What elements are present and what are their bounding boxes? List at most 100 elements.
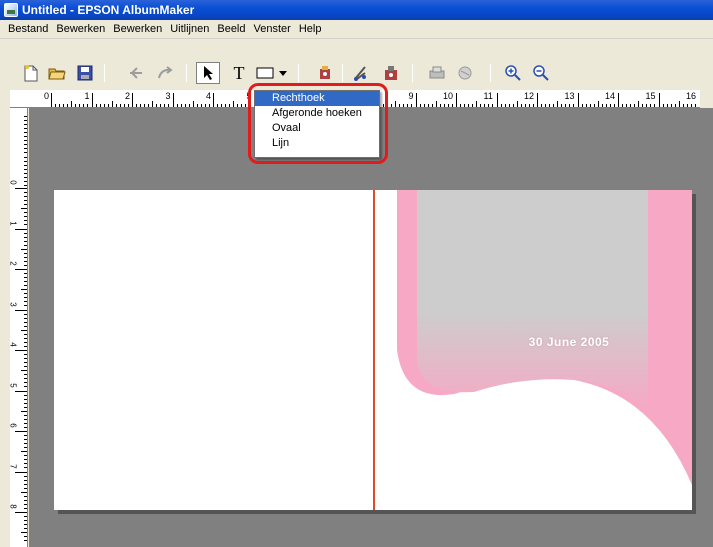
ruler-tick <box>561 104 563 107</box>
ruler-tick <box>148 104 150 107</box>
ruler-tick <box>403 104 405 107</box>
scan-icon[interactable] <box>454 62 476 84</box>
ruler-tick <box>24 196 27 198</box>
undo-icon[interactable] <box>126 62 148 84</box>
shape-menu-item-afgeronde-hoeken[interactable]: Afgeronde hoeken <box>255 106 379 121</box>
ruler-label: 5 <box>8 382 18 388</box>
ruler-tick <box>496 93 498 107</box>
ruler-tick <box>537 93 538 107</box>
ruler-tick <box>229 104 231 107</box>
ruler-tick <box>24 240 27 242</box>
shape-menu-item-lijn[interactable]: Lijn <box>255 136 379 151</box>
shape-menu-item-rechthoek[interactable]: Rechthoek <box>255 91 379 106</box>
ruler-label: 1 <box>84 91 90 101</box>
ruler-tick <box>140 104 142 107</box>
ruler-tick <box>24 128 27 130</box>
ruler-tick <box>168 104 170 107</box>
ruler-tick <box>152 101 154 107</box>
ruler-tick <box>67 104 69 107</box>
ruler-label: 3 <box>8 301 18 307</box>
ruler-tick <box>24 236 27 238</box>
ruler-tick <box>682 104 684 107</box>
new-icon[interactable] <box>20 62 42 84</box>
ruler-tick <box>24 378 27 380</box>
ruler-tick <box>237 104 239 107</box>
ruler-tick <box>249 104 251 107</box>
ruler-tick <box>456 93 457 107</box>
ruler-tick <box>21 370 27 372</box>
paste-icon[interactable] <box>380 62 402 84</box>
album-page[interactable]: 30 June 2005 <box>54 190 692 510</box>
ruler-tick <box>585 104 587 107</box>
ruler-tick <box>472 104 474 107</box>
shape-dropdown-icon[interactable] <box>278 62 288 84</box>
ruler-tick <box>111 101 113 107</box>
ruler-label: 15 <box>645 91 656 101</box>
ruler-tick <box>24 160 27 162</box>
toolbar: T <box>0 40 713 90</box>
text-tool-icon[interactable]: T <box>228 62 250 84</box>
ruler-tick <box>21 410 27 412</box>
ruler-tick <box>63 104 65 107</box>
ruler-tick <box>24 426 27 428</box>
ruler-tick <box>24 172 27 174</box>
ruler-tick <box>24 232 27 234</box>
ruler-tick <box>51 93 52 107</box>
ruler-tick <box>674 104 676 107</box>
ruler-tick <box>245 104 247 107</box>
ruler-tick <box>24 366 27 368</box>
ruler-tick <box>423 104 425 107</box>
ruler-label: 1 <box>8 220 18 226</box>
ruler-tick <box>91 93 93 107</box>
ruler-tick <box>15 471 27 473</box>
zoom-in-icon[interactable] <box>502 62 524 84</box>
menu-venster[interactable]: Venster <box>250 23 295 35</box>
ruler-tick <box>24 293 27 295</box>
select-arrow-icon[interactable] <box>196 62 220 84</box>
ruler-tick <box>694 104 696 107</box>
menu-bewerken[interactable]: Bewerken <box>52 23 109 35</box>
ruler-tick <box>127 104 129 107</box>
ruler-tick <box>24 536 27 538</box>
ruler-label: 12 <box>524 91 535 101</box>
ruler-tick <box>115 104 117 107</box>
redo-icon[interactable] <box>154 62 176 84</box>
shape-tool-icon[interactable] <box>254 62 276 84</box>
ruler-tick <box>233 101 235 107</box>
import-icon[interactable] <box>314 62 336 84</box>
cut-icon[interactable] <box>350 62 372 84</box>
menu-bewerken-2[interactable]: Bewerken <box>109 23 166 35</box>
ruler-label: 9 <box>408 91 414 101</box>
ruler-tick <box>460 104 462 107</box>
ruler-tick <box>180 104 182 107</box>
ruler-tick <box>15 512 27 513</box>
ruler-tick <box>24 406 27 408</box>
ruler-label: 2 <box>8 261 18 266</box>
ruler-tick <box>508 104 510 107</box>
date-text[interactable]: 30 June 2005 <box>494 335 644 349</box>
ruler-tick <box>24 140 27 142</box>
ruler-tick <box>504 104 506 107</box>
shape-menu-item-ovaal[interactable]: Ovaal <box>255 121 379 136</box>
ruler-tick <box>488 104 490 107</box>
ruler-tick <box>24 524 27 526</box>
ruler-label: 4 <box>206 91 212 101</box>
ruler-tick <box>666 104 668 107</box>
menu-uitlijnen[interactable]: Uitlijnen <box>166 23 213 35</box>
menu-help[interactable]: Help <box>295 23 326 35</box>
ruler-tick <box>690 104 692 107</box>
ruler-tick <box>468 104 470 107</box>
zoom-out-icon[interactable] <box>530 62 552 84</box>
print-icon[interactable] <box>426 62 448 84</box>
ruler-tick <box>447 104 449 107</box>
save-icon[interactable] <box>74 62 96 84</box>
toolbar-separator <box>104 64 105 82</box>
ruler-tick <box>678 101 680 107</box>
ruler-tick <box>24 244 27 246</box>
open-icon[interactable] <box>46 62 68 84</box>
ruler-tick <box>107 104 109 107</box>
menu-bestand[interactable]: Bestand <box>4 23 52 35</box>
ruler-tick <box>24 220 27 222</box>
menu-beeld[interactable]: Beeld <box>213 23 249 35</box>
ruler-tick <box>15 228 27 230</box>
